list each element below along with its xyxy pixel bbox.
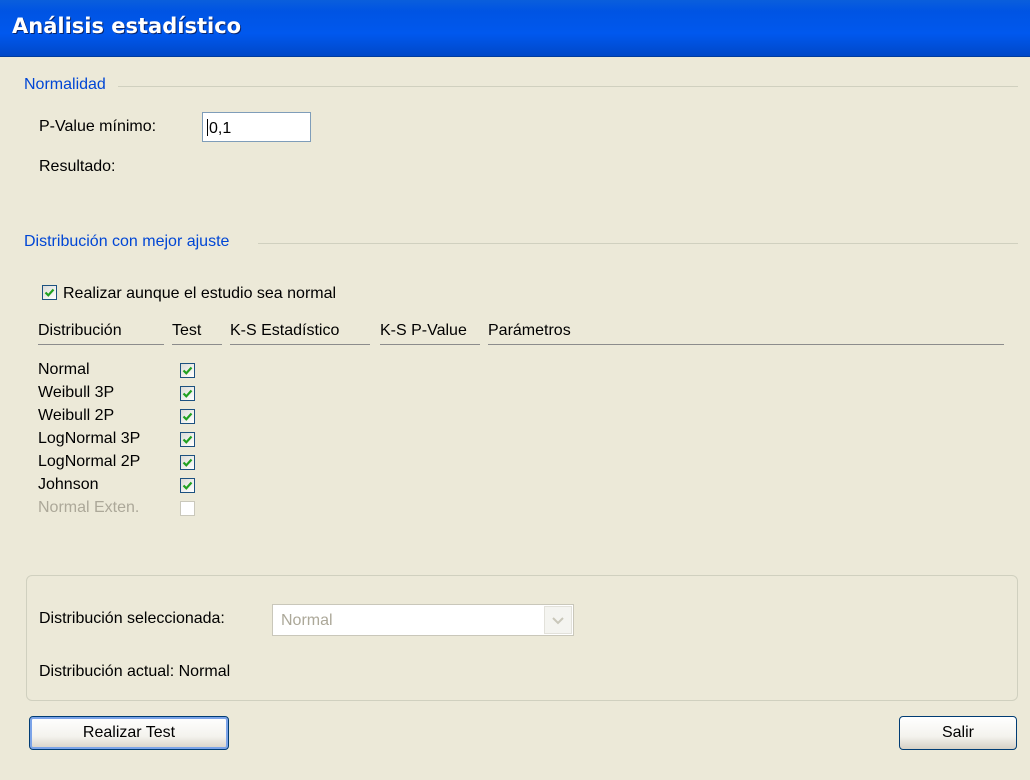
distribucion-actual-label: Distribución actual: Normal (39, 663, 231, 680)
col-ks-pvalue-underline (380, 344, 480, 345)
dist-row-checkbox (180, 501, 195, 516)
resultado-label: Resultado: (39, 158, 116, 175)
window-title: Análisis estadístico (12, 14, 242, 38)
normalidad-group-line (118, 86, 1018, 87)
dist-row-name: Normal (38, 361, 90, 378)
realizar-checkbox-label: Realizar aunque el estudio sea normal (63, 285, 337, 302)
dist-row-name: Normal Exten. (38, 499, 140, 516)
check-icon (182, 458, 193, 467)
normalidad-group-title: Normalidad (24, 76, 106, 93)
pvalue-input-value: 0,1 (209, 120, 232, 137)
chevron-down-icon (552, 617, 564, 625)
dropdown-button (544, 606, 572, 634)
col-ks-estadistico: K-S Estadístico (230, 322, 340, 339)
dist-row-checkbox[interactable] (180, 409, 195, 424)
dist-row-name: Johnson (38, 476, 99, 493)
check-icon (182, 389, 193, 398)
distribucion-seleccionada-label: Distribución seleccionada: (39, 610, 225, 627)
check-icon (182, 412, 193, 421)
check-icon (182, 435, 193, 444)
distribucion-seleccionada-select: Normal (272, 604, 574, 636)
col-distribucion-underline (38, 344, 164, 345)
col-ks-estadistico-underline (230, 344, 370, 345)
pvalue-input[interactable]: 0,1 (202, 112, 311, 142)
dist-row-name: LogNormal 3P (38, 430, 141, 447)
ajuste-group-title: Distribución con mejor ajuste (24, 233, 230, 250)
dist-row-checkbox[interactable] (180, 386, 195, 401)
ajuste-group-line (258, 243, 1018, 244)
col-parametros-underline (488, 344, 1004, 345)
dist-row-name: Weibull 2P (38, 407, 115, 424)
check-icon (182, 366, 193, 375)
salir-button[interactable]: Salir (899, 716, 1017, 750)
dist-row-checkbox[interactable] (180, 455, 195, 470)
title-bar: Análisis estadístico (0, 0, 1030, 57)
dist-row-checkbox[interactable] (180, 478, 195, 493)
check-icon (44, 288, 55, 297)
col-ks-pvalue: K-S P-Value (380, 322, 467, 339)
check-icon (182, 481, 193, 490)
col-test-underline (172, 344, 222, 345)
selection-panel (26, 575, 1018, 701)
col-distribucion: Distribución (38, 322, 122, 339)
dist-row-name: Weibull 3P (38, 384, 115, 401)
realizar-test-button[interactable]: Realizar Test (29, 716, 229, 750)
selected-value: Normal (281, 612, 333, 629)
dist-row-checkbox[interactable] (180, 363, 195, 378)
col-parametros: Parámetros (488, 322, 571, 339)
col-test: Test (172, 322, 202, 339)
dist-row-checkbox[interactable] (180, 432, 195, 447)
realizar-checkbox[interactable] (42, 285, 57, 300)
pvalue-label: P-Value mínimo: (39, 118, 157, 135)
dist-row-name: LogNormal 2P (38, 453, 141, 470)
